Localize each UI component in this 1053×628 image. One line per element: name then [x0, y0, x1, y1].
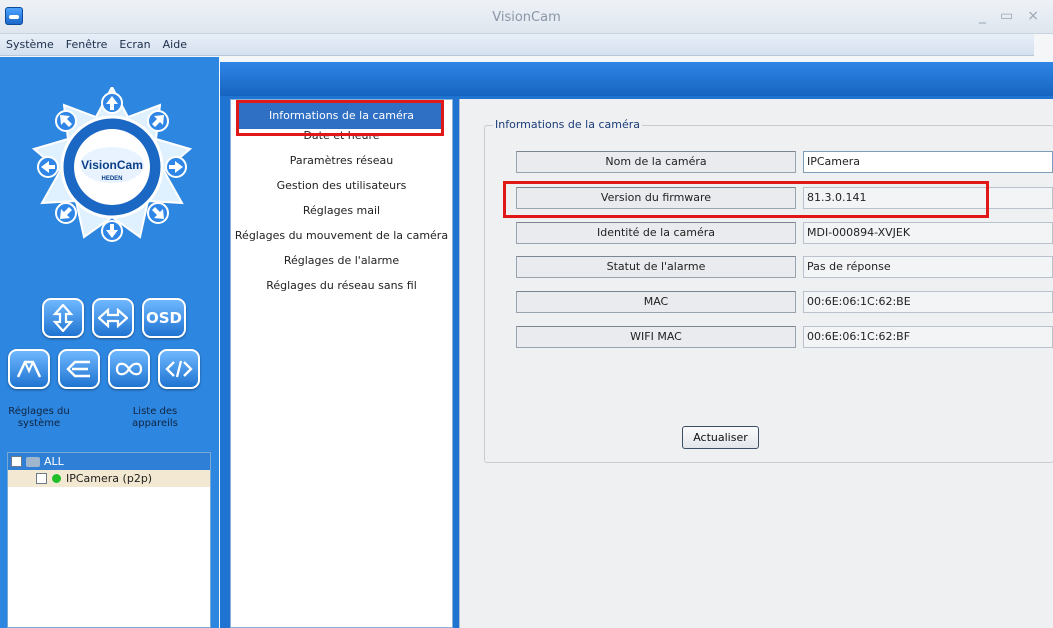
loop-button[interactable]: [108, 349, 150, 389]
nav-mail[interactable]: Réglages mail: [231, 198, 452, 223]
wifi-mac-label: WIFI MAC: [516, 326, 796, 348]
logo-subtext: HEDEN: [101, 176, 122, 182]
app-window: VisionCam _ ▭ × Système Fenêtre Ecran Ai…: [0, 0, 1053, 628]
vertical-arrows-icon: [52, 304, 74, 332]
nav-alarm[interactable]: Réglages de l'alarme: [231, 248, 452, 273]
group-label: ALL: [44, 455, 64, 468]
system-settings-label[interactable]: Réglages du système: [4, 406, 74, 430]
patrol-button[interactable]: [8, 349, 50, 389]
menu-fenetre[interactable]: Fenêtre: [66, 38, 108, 51]
vertical-flip-button[interactable]: [42, 298, 84, 338]
nav-wifi[interactable]: Réglages du réseau sans fil: [231, 273, 452, 298]
logo-text: VisionCam: [81, 158, 143, 172]
ptz-left-button[interactable]: [37, 156, 59, 178]
device-checkbox[interactable]: [36, 473, 47, 484]
osd-label: OSD: [145, 309, 182, 327]
ptz-up-button[interactable]: [101, 92, 123, 114]
nav-date-time[interactable]: Date et heure: [231, 123, 452, 148]
ptz-right-button[interactable]: [165, 156, 187, 178]
camera-name-label: Nom de la caméra: [516, 151, 796, 173]
menu-ecran[interactable]: Ecran: [119, 38, 150, 51]
mac-label: MAC: [516, 291, 796, 313]
horizontal-flip-button[interactable]: [92, 298, 134, 338]
alarm-status-value: Pas de réponse: [803, 256, 1053, 278]
patrol-icon: [16, 360, 42, 378]
camera-info-group: Informations de la caméra Nom de la camé…: [484, 118, 1053, 463]
settings-nav: Informations de la caméra Date et heure …: [230, 99, 453, 628]
back-button[interactable]: [58, 349, 100, 389]
camera-id-value: MDI-000894-XVJEK: [803, 222, 1053, 244]
ptz-down-left-button[interactable]: [55, 202, 77, 224]
wifi-mac-value: 00:6E:06:1C:62:BF: [803, 326, 1053, 348]
back-arrow-icon: [66, 360, 90, 378]
nav-users[interactable]: Gestion des utilisateurs: [231, 173, 452, 198]
group-checkbox[interactable]: [11, 456, 22, 467]
settings-header-bar: [220, 62, 1053, 96]
osd-button[interactable]: OSD: [142, 298, 186, 338]
nav-network[interactable]: Paramètres réseau: [231, 148, 452, 173]
device-label: IPCamera (p2p): [66, 472, 153, 485]
ptz-up-right-button[interactable]: [147, 110, 169, 132]
camera-info-panel: Informations de la caméra Nom de la camé…: [459, 99, 1053, 628]
code-icon: [165, 360, 193, 378]
ptz-up-left-button[interactable]: [55, 110, 77, 132]
network-icon: [26, 456, 40, 467]
firmware-version-value: 81.3.0.141: [803, 187, 1053, 209]
ptz-down-right-button[interactable]: [147, 202, 169, 224]
tree-device-item[interactable]: IPCamera (p2p): [8, 470, 210, 487]
device-list-label[interactable]: Liste des appareils: [120, 406, 190, 430]
window-controls: _ ▭ ×: [979, 8, 1039, 24]
ptz-joystick: VisionCam HEDEN: [32, 87, 192, 242]
firmware-version-label: Version du firmware: [516, 187, 796, 209]
tree-group-all[interactable]: ALL: [8, 453, 210, 470]
horizontal-arrows-icon: [98, 308, 128, 328]
close-icon[interactable]: ×: [1027, 8, 1039, 24]
device-tree: ALL IPCamera (p2p): [7, 452, 211, 628]
menu-systeme[interactable]: Système: [6, 38, 54, 51]
code-button[interactable]: [158, 349, 200, 389]
camera-id-label: Identité de la caméra: [516, 222, 796, 244]
maximize-icon[interactable]: ▭: [1000, 8, 1013, 24]
minimize-icon[interactable]: _: [979, 8, 986, 24]
window-title: VisionCam: [492, 10, 561, 25]
camera-name-field[interactable]: IPCamera: [803, 151, 1053, 173]
menu-aide[interactable]: Aide: [163, 38, 187, 51]
ptz-down-button[interactable]: [101, 220, 123, 242]
nav-camera-motion[interactable]: Réglages du mouvement de la caméra: [231, 223, 452, 248]
refresh-button[interactable]: Actualiser: [682, 426, 759, 449]
alarm-status-label: Statut de l'alarme: [516, 256, 796, 278]
loop-icon: [115, 362, 143, 376]
title-bar: VisionCam _ ▭ ×: [0, 0, 1053, 34]
menu-bar: Système Fenêtre Ecran Aide: [0, 34, 1034, 56]
group-title: Informations de la caméra: [493, 118, 642, 131]
left-control-panel: VisionCam HEDEN OSD Réglages du système …: [0, 57, 219, 628]
online-status-icon: [52, 474, 61, 483]
settings-window: Informations de la caméra Date et heure …: [220, 62, 1053, 628]
mac-value: 00:6E:06:1C:62:BE: [803, 291, 1053, 313]
